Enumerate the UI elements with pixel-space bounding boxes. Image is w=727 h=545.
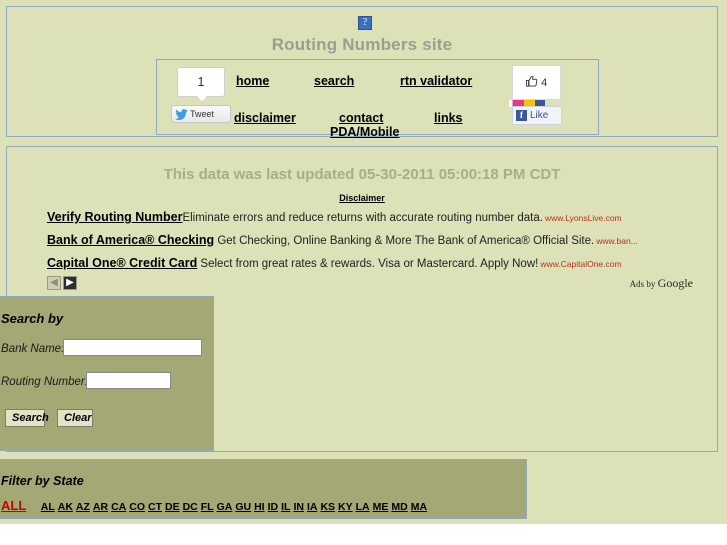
nav-link-rtn-validator[interactable]: rtn validator	[400, 74, 472, 88]
nav-link-pda-mobile[interactable]: PDA/Mobile	[330, 125, 399, 139]
state-link-az[interactable]: AZ	[76, 501, 90, 513]
ad-url[interactable]: www.ban...	[596, 236, 638, 246]
ads-by-google-label[interactable]: Ads by Google	[630, 276, 693, 291]
state-link-ak[interactable]: AK	[58, 501, 73, 513]
state-link-fl[interactable]: FL	[201, 501, 214, 513]
state-link-co[interactable]: CO	[129, 501, 145, 513]
facebook-like-count-box: 4	[512, 65, 561, 100]
nav-link-search[interactable]: search	[314, 74, 354, 88]
state-link-in[interactable]: IN	[293, 501, 304, 513]
nav-link-links[interactable]: links	[434, 111, 463, 125]
search-panel: Search by Bank Name: Routing Number: Sea…	[0, 296, 214, 451]
state-link-ks[interactable]: KS	[320, 501, 335, 513]
state-link-ga[interactable]: GA	[217, 501, 233, 513]
ad-title[interactable]: Capital One® Credit Card	[47, 256, 197, 270]
clear-button[interactable]: Clear	[57, 409, 93, 427]
state-link-la[interactable]: LA	[356, 501, 370, 513]
facebook-like-count: 4	[541, 77, 548, 89]
tweet-button-label: Tweet	[190, 109, 215, 119]
state-link-all[interactable]: ALL	[1, 498, 26, 513]
twitter-bird-icon	[175, 109, 188, 121]
state-link-ar[interactable]: AR	[93, 501, 108, 513]
header-section: ? Routing Numbers site 1 Tweet home sear…	[6, 6, 718, 139]
ad-text: Get Checking, Online Banking & More The …	[217, 235, 595, 247]
search-button[interactable]: Search	[5, 409, 49, 427]
broken-image-icon: ?	[358, 16, 372, 30]
ad-url[interactable]: www.LyonsLive.com	[545, 213, 622, 223]
state-link-ma[interactable]: MA	[411, 501, 427, 513]
ads-disclaimer-heading: Disclaimer	[339, 193, 385, 203]
state-link-de[interactable]: DE	[165, 501, 180, 513]
chevron-left-icon[interactable]: ◀	[47, 275, 61, 290]
search-panel-title: Search by	[1, 311, 64, 326]
tweet-count-tail	[197, 96, 207, 102]
tweet-count-bubble: 1	[177, 67, 225, 97]
google-ads-block: Disclaimer Verify Routing NumberEliminat…	[7, 193, 717, 279]
state-link-ia[interactable]: IA	[307, 501, 318, 513]
nav-link-home[interactable]: home	[236, 74, 269, 88]
tweet-button[interactable]: Tweet	[171, 105, 231, 123]
ad-url[interactable]: www.CapitalOne.com	[540, 259, 621, 269]
state-link-hi[interactable]: HI	[254, 501, 265, 513]
google-wordmark: Google	[657, 276, 693, 290]
navigation-box: 1 Tweet home search rtn validator discla…	[156, 59, 599, 139]
state-link-dc[interactable]: DC	[183, 501, 198, 513]
state-filter-panel: Filter by State ALL AL AK AZ AR CA CO CT DE DC FL…	[0, 459, 527, 519]
ad-text: Eliminate errors and reduce returns with…	[182, 212, 543, 224]
ad-title[interactable]: Verify Routing Number	[47, 210, 182, 224]
ad-pagination: ◀ ▶	[47, 274, 77, 292]
ad-row: Capital One® Credit Card Select from gre…	[47, 256, 717, 270]
state-filter-list: ALL AL AK AZ AR CA CO CT DE DC FL GA GU HI ID IL IN IA KS…	[1, 497, 430, 515]
nav-link-disclaimer[interactable]: disclaimer	[234, 111, 296, 125]
state-link-me[interactable]: ME	[373, 501, 389, 513]
facebook-like-button[interactable]: f Like	[512, 106, 562, 125]
routing-number-label: Routing Number:	[1, 376, 88, 388]
page-title: Routing Numbers site	[271, 35, 453, 54]
state-link-il[interactable]: IL	[281, 501, 290, 513]
facebook-icon: f	[516, 110, 527, 121]
ad-title[interactable]: Bank of America® Checking	[47, 233, 214, 247]
bank-name-input[interactable]	[63, 339, 202, 356]
state-link-ct[interactable]: CT	[148, 501, 162, 513]
nav-link-contact[interactable]: contact	[339, 111, 383, 125]
thumbs-up-icon	[525, 75, 541, 89]
last-updated-text: This data was last updated 05-30-2011 05…	[163, 166, 561, 183]
ad-text: Select from great rates & rewards. Visa …	[200, 258, 539, 270]
bank-name-label: Bank Name:	[1, 343, 65, 355]
state-link-al[interactable]: AL	[41, 501, 55, 513]
state-link-ky[interactable]: KY	[338, 501, 353, 513]
state-link-ca[interactable]: CA	[111, 501, 126, 513]
state-link-md[interactable]: MD	[391, 501, 407, 513]
state-link-id[interactable]: ID	[268, 501, 279, 513]
ad-row: Bank of America® Checking Get Checking, …	[47, 233, 717, 247]
chevron-right-icon[interactable]: ▶	[63, 275, 77, 290]
state-link-gu[interactable]: GU	[235, 501, 251, 513]
routing-number-input[interactable]	[86, 372, 171, 389]
facebook-like-label: Like	[530, 110, 549, 121]
ad-row: Verify Routing NumberEliminate errors an…	[47, 210, 717, 224]
page-canvas: ? Routing Numbers site 1 Tweet home sear…	[0, 0, 727, 524]
state-filter-title: Filter by State	[1, 474, 84, 488]
ads-by-prefix: Ads by	[629, 279, 658, 289]
